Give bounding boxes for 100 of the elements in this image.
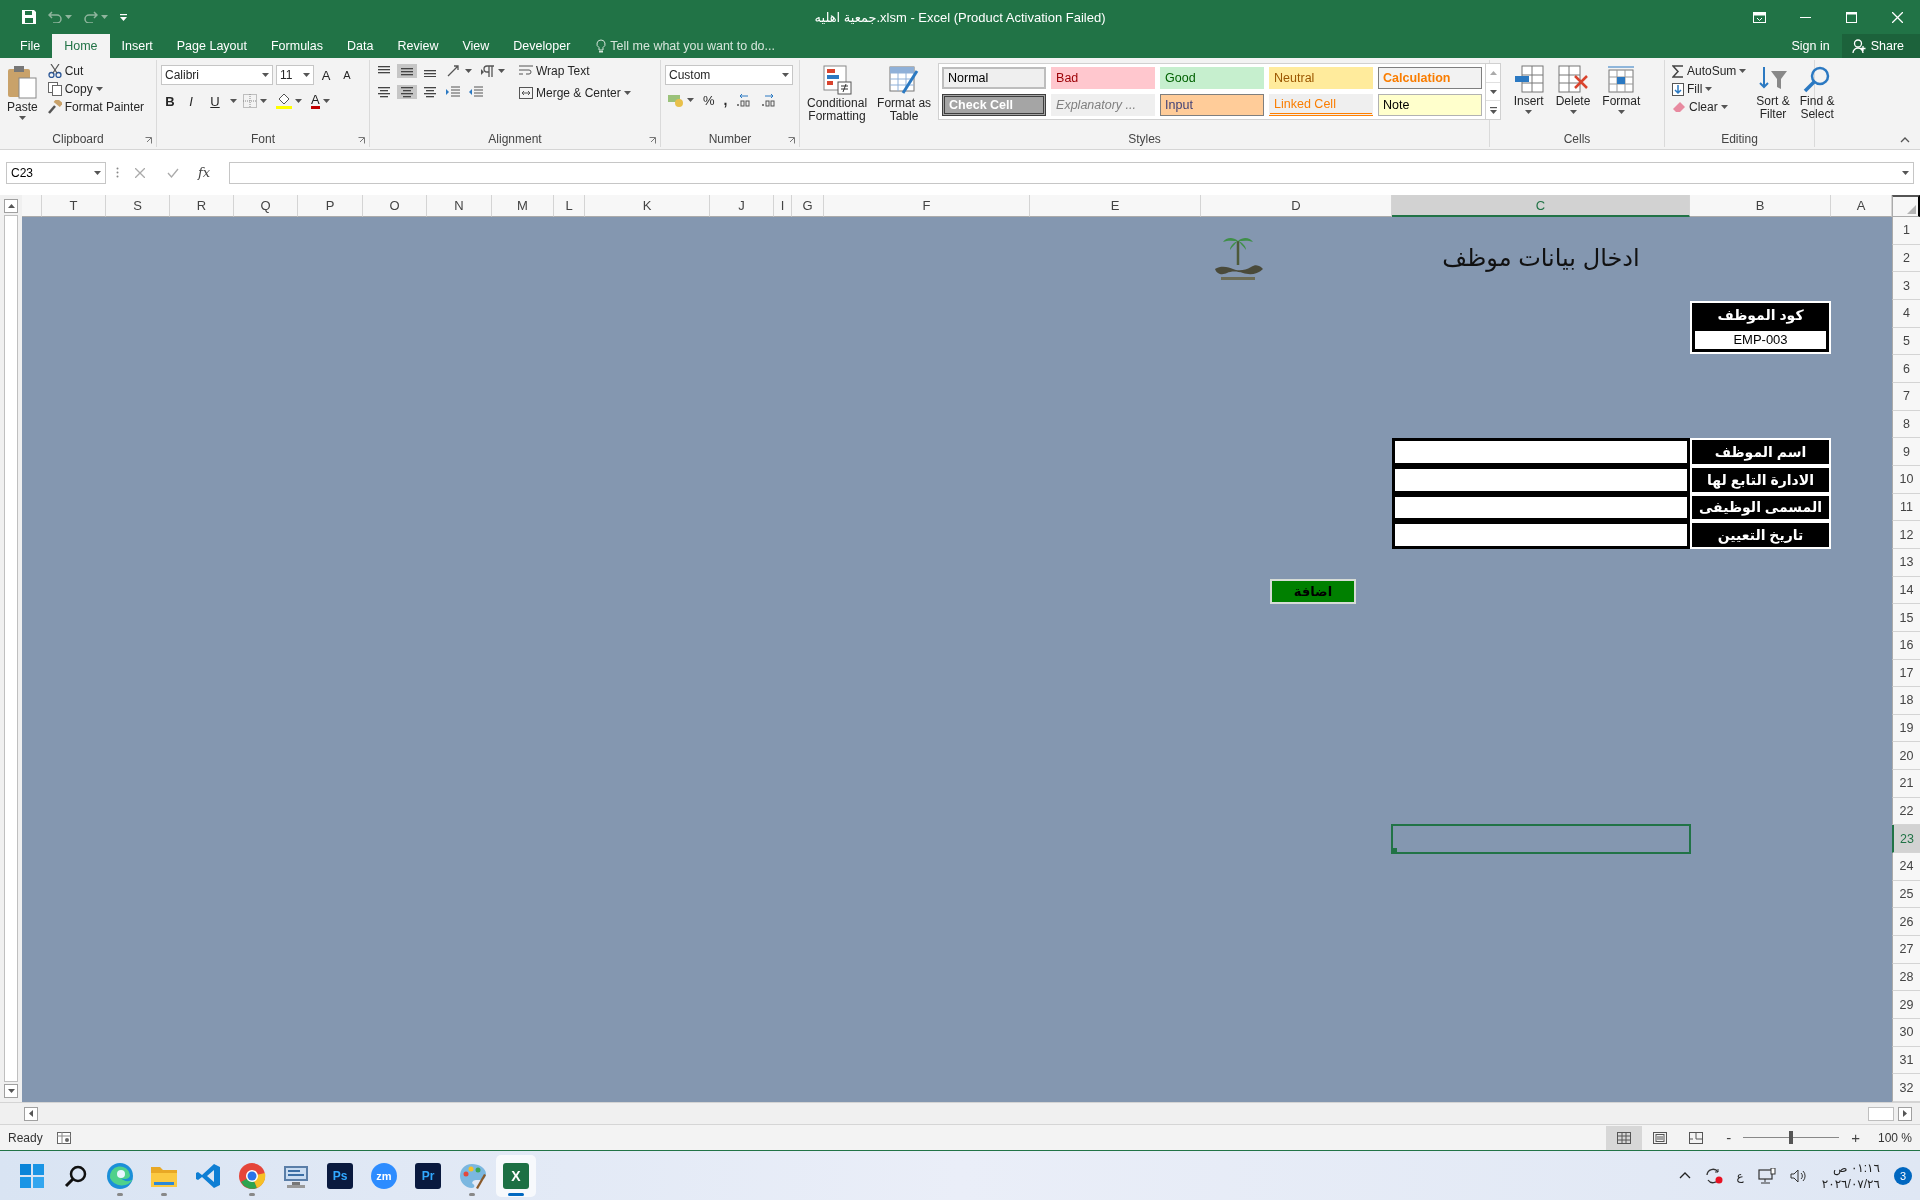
- format-as-table-button[interactable]: Format as Table: [874, 63, 935, 125]
- row-header[interactable]: 24: [1892, 853, 1920, 881]
- cell-style-option[interactable]: Note: [1378, 94, 1483, 116]
- zoom-out-button[interactable]: -: [1724, 1129, 1734, 1146]
- sort-filter-button[interactable]: Sort & Filter: [1753, 63, 1793, 123]
- row-header[interactable]: 32: [1892, 1074, 1920, 1102]
- insert-function-button[interactable]: fx: [195, 164, 219, 181]
- ribbon-tab[interactable]: Data: [335, 34, 386, 58]
- ribbon-tab[interactable]: Review: [385, 34, 451, 58]
- wrap-text-button[interactable]: Wrap Text: [516, 63, 634, 79]
- row-header[interactable]: 31: [1892, 1046, 1920, 1075]
- row-header[interactable]: 6: [1892, 355, 1920, 383]
- font-name-field[interactable]: Calibri: [161, 65, 273, 85]
- cells-button[interactable]: Delete: [1552, 63, 1594, 116]
- taskbar-app-button[interactable]: Pr: [408, 1154, 448, 1197]
- row-header[interactable]: 20: [1892, 742, 1920, 771]
- shrink-font-button[interactable]: A: [338, 65, 356, 85]
- row-header[interactable]: 10: [1892, 465, 1920, 494]
- tell-me-field[interactable]: Tell me what you want to do...: [610, 39, 811, 53]
- column-header[interactable]: Q: [234, 195, 298, 217]
- italic-button[interactable]: I: [182, 91, 200, 111]
- row-header[interactable]: 22: [1892, 797, 1920, 826]
- cells-button[interactable]: Insert: [1510, 63, 1547, 116]
- notification-badge[interactable]: 3: [1894, 1166, 1912, 1185]
- ribbon-tab[interactable]: View: [450, 34, 502, 58]
- row-header[interactable]: 25: [1892, 880, 1920, 909]
- row-header[interactable]: 15: [1892, 604, 1920, 632]
- row-header[interactable]: 27: [1892, 936, 1920, 964]
- row-header[interactable]: 3: [1892, 272, 1920, 300]
- column-header[interactable]: T: [42, 195, 106, 217]
- cell-style-option[interactable]: Bad: [1051, 67, 1156, 89]
- cell-style-option[interactable]: Neutral: [1269, 67, 1374, 89]
- row-header[interactable]: 21: [1892, 770, 1920, 798]
- row-header[interactable]: 7: [1892, 382, 1920, 411]
- sign-in-link[interactable]: Sign in: [1779, 34, 1842, 58]
- cells-button[interactable]: Format: [1599, 63, 1644, 116]
- autosum-button[interactable]: AutoSum: [1669, 63, 1750, 79]
- conditional-formatting-button[interactable]: Conditional Formatting: [804, 63, 871, 125]
- cell-style-option[interactable]: Input: [1160, 94, 1265, 116]
- paste-button[interactable]: Paste: [4, 63, 41, 122]
- language-indicator[interactable]: ع: [1736, 1168, 1744, 1183]
- row-header[interactable]: 30: [1892, 1019, 1920, 1047]
- taskbar-app-button[interactable]: X: [496, 1154, 536, 1197]
- column-header[interactable]: L: [554, 195, 585, 217]
- row-header[interactable]: 23: [1892, 825, 1920, 854]
- cut-button[interactable]: Cut: [44, 63, 148, 79]
- column-header[interactable]: J: [710, 195, 774, 217]
- column-header[interactable]: E: [1030, 195, 1201, 217]
- zoom-in-button[interactable]: +: [1849, 1129, 1862, 1146]
- ribbon-tab[interactable]: Insert: [109, 34, 165, 58]
- find-select-button[interactable]: Find & Select: [1796, 63, 1838, 123]
- row-header[interactable]: 16: [1892, 631, 1920, 660]
- add-button[interactable]: اضافة: [1270, 578, 1356, 605]
- clock-date[interactable]: ٢٠٢٦/٠٧/٢٦: [1821, 1175, 1880, 1192]
- percent-button[interactable]: %: [700, 91, 718, 109]
- zoom-level[interactable]: 100 %: [1872, 1130, 1912, 1145]
- column-header[interactable]: A: [1831, 195, 1892, 217]
- font-size-field[interactable]: 11: [276, 65, 314, 85]
- cell-style-option[interactable]: Explanatory ...: [1051, 94, 1156, 116]
- column-header[interactable]: D: [1201, 195, 1392, 217]
- merge-center-button[interactable]: Merge & Center: [516, 85, 634, 101]
- column-header[interactable]: P: [298, 195, 363, 217]
- column-header[interactable]: N: [427, 195, 492, 217]
- column-header[interactable]: B: [1690, 195, 1831, 217]
- row-header[interactable]: 17: [1892, 659, 1920, 688]
- row-header[interactable]: 8: [1892, 410, 1920, 439]
- column-header[interactable]: I: [774, 195, 792, 217]
- ribbon-tab[interactable]: Home: [52, 34, 110, 58]
- clear-button[interactable]: Clear: [1669, 99, 1750, 115]
- row-header[interactable]: 13: [1892, 548, 1920, 577]
- ribbon-tab[interactable]: Developer: [501, 34, 583, 58]
- row-header[interactable]: 18: [1892, 687, 1920, 715]
- row-header[interactable]: 29: [1892, 991, 1920, 1020]
- taskbar-app-button[interactable]: Ps: [320, 1154, 360, 1197]
- font-color-button[interactable]: A: [308, 92, 333, 110]
- copy-button[interactable]: Copy: [44, 81, 148, 97]
- column-header[interactable]: R: [170, 195, 234, 217]
- ribbon-tab[interactable]: Page Layout: [164, 34, 259, 58]
- fill-button[interactable]: Fill: [1669, 81, 1750, 97]
- column-header[interactable]: K: [585, 195, 710, 217]
- row-header[interactable]: 9: [1892, 438, 1920, 466]
- row-header[interactable]: 4: [1892, 299, 1920, 328]
- row-header[interactable]: 11: [1892, 493, 1920, 522]
- row-header[interactable]: 14: [1892, 576, 1920, 605]
- bold-button[interactable]: B: [161, 91, 179, 111]
- underline-button[interactable]: U: [203, 91, 227, 111]
- row-header[interactable]: 2: [1892, 244, 1920, 273]
- row-header[interactable]: 1: [1892, 217, 1920, 245]
- row-header[interactable]: 12: [1892, 521, 1920, 549]
- ribbon-tab[interactable]: File: [8, 34, 53, 58]
- row-header[interactable]: 26: [1892, 908, 1920, 937]
- share-button[interactable]: Share: [1841, 34, 1920, 58]
- format-painter-button[interactable]: Format Painter: [44, 99, 148, 115]
- column-header[interactable]: O: [363, 195, 427, 217]
- column-header[interactable]: M: [492, 195, 554, 217]
- ribbon-tab[interactable]: Formulas: [258, 34, 336, 58]
- cell-style-option[interactable]: Normal: [942, 67, 1047, 89]
- grow-font-button[interactable]: A: [317, 65, 335, 85]
- cell-style-option[interactable]: Good: [1160, 67, 1265, 89]
- column-header[interactable]: C: [1392, 195, 1690, 217]
